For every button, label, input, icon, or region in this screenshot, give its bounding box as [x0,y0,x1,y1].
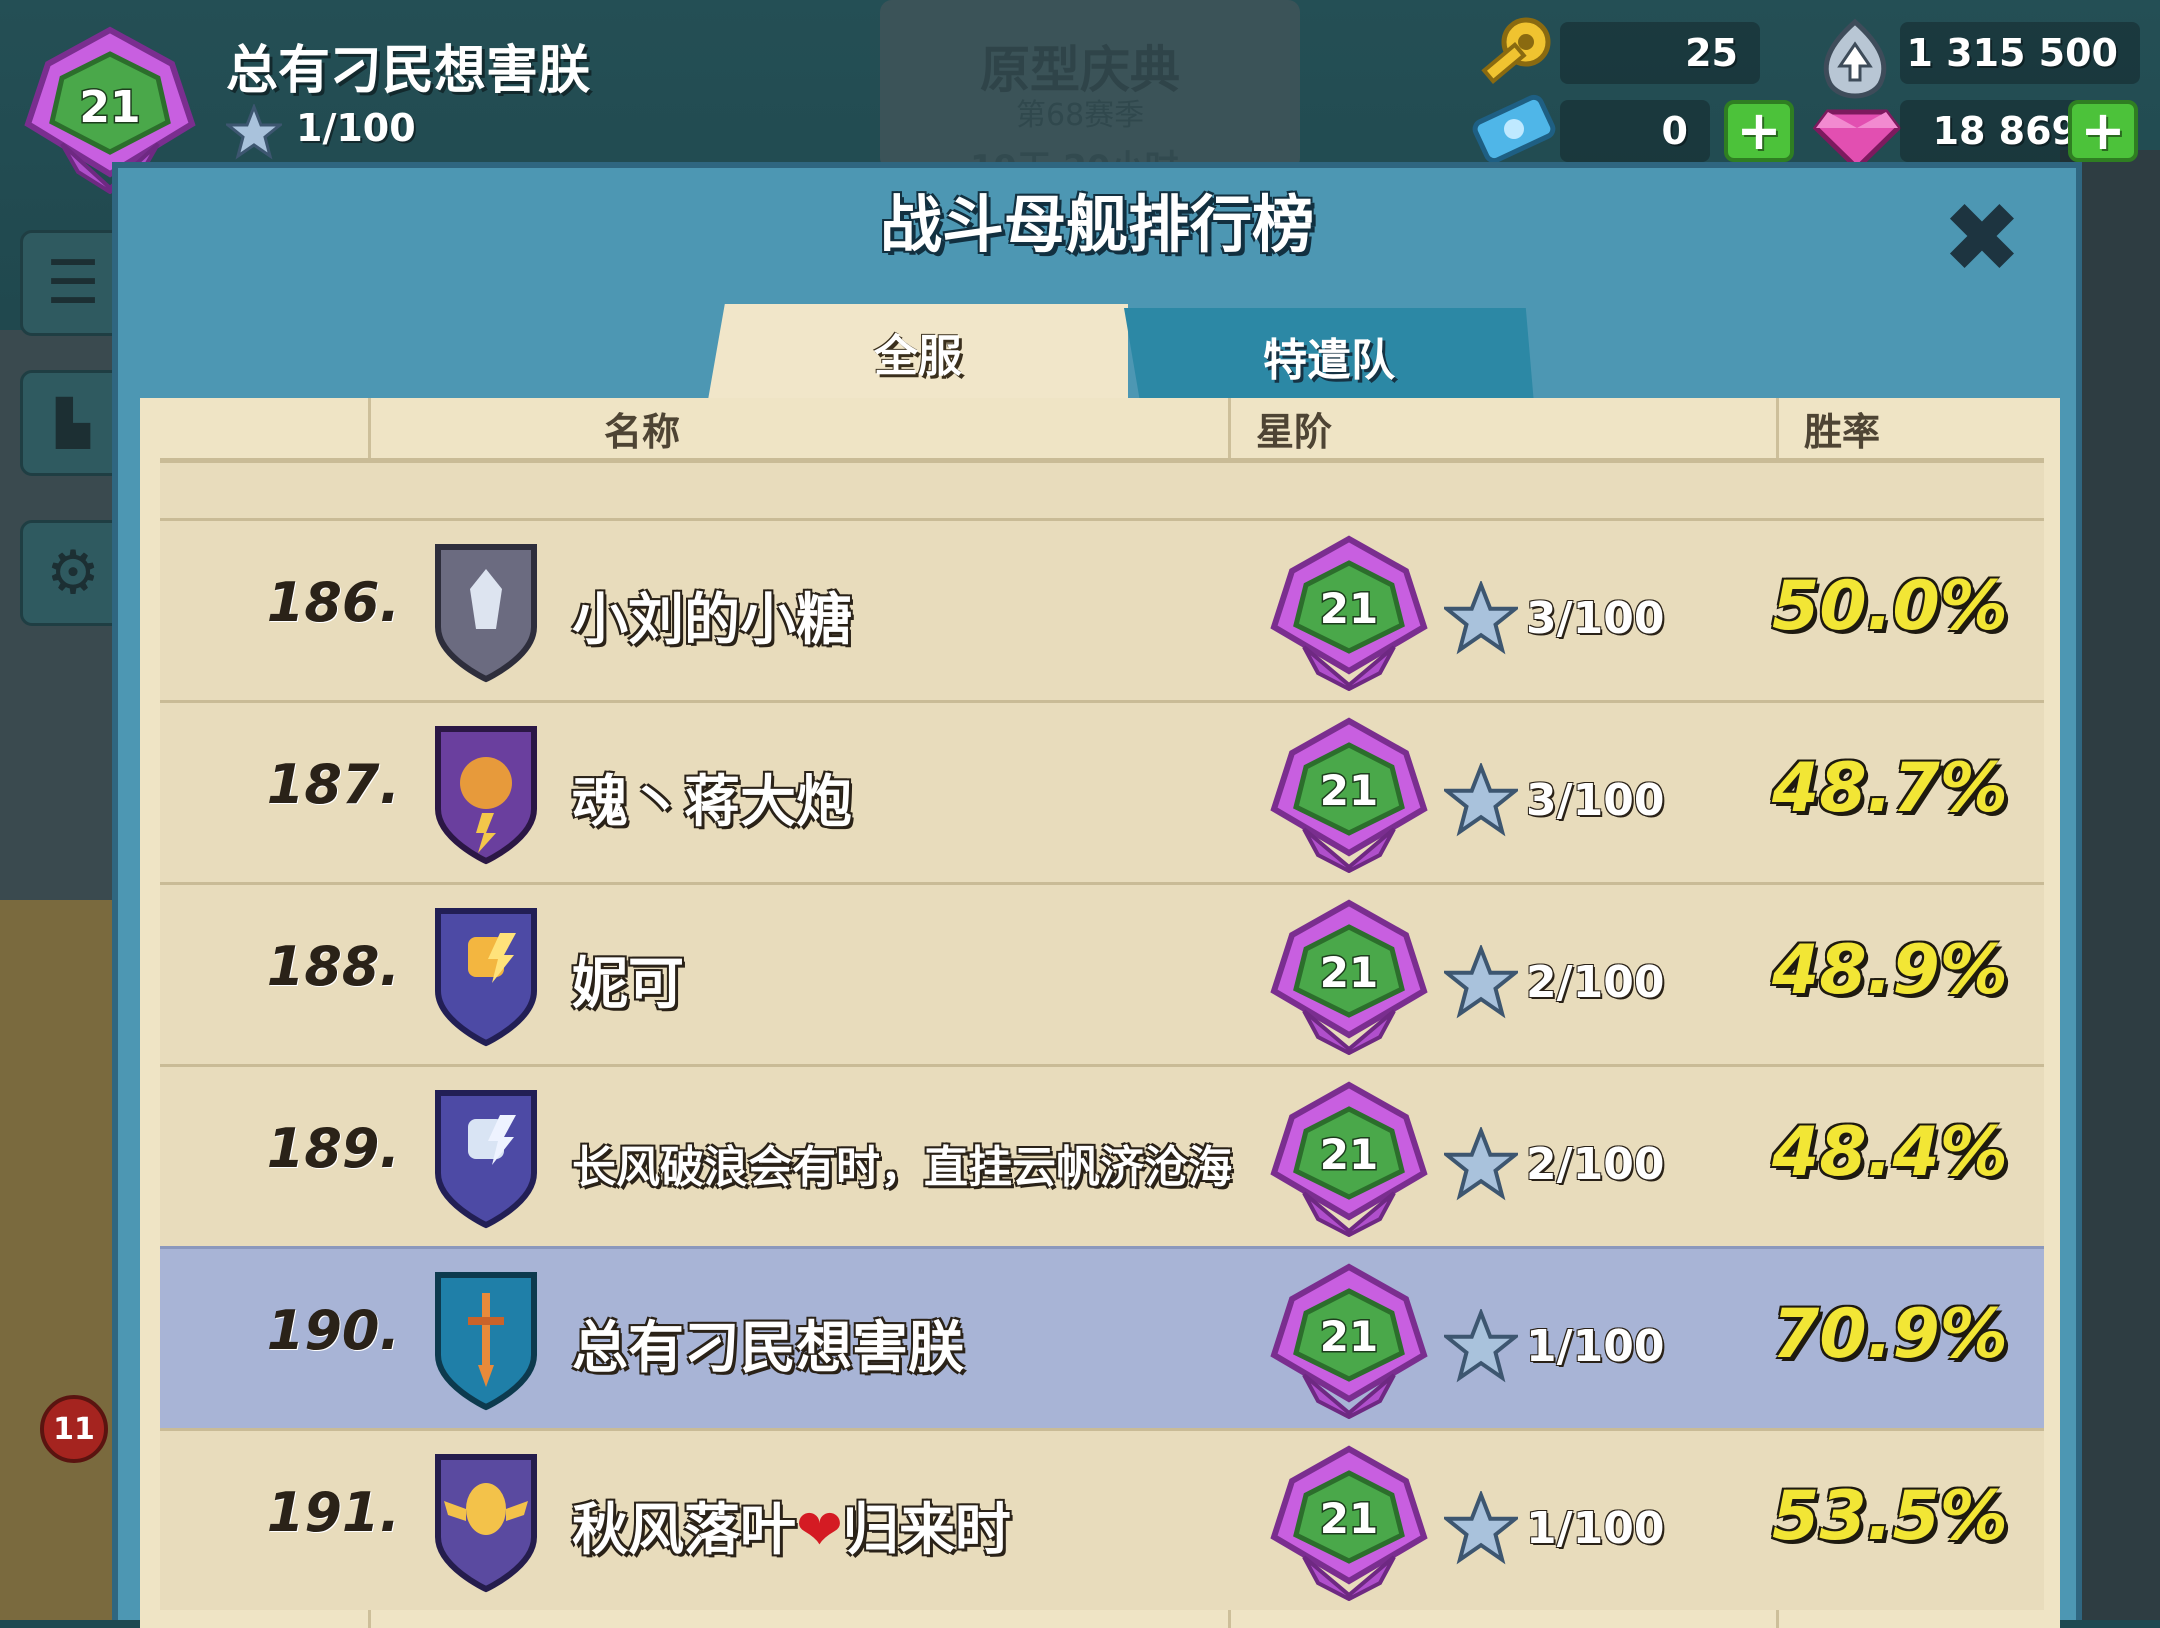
diamond-icon [1812,109,1902,172]
rank-badge: 21 [1270,535,1428,691]
heart-icon: ❤ [796,1498,843,1563]
row-position: 190. [266,1299,400,1362]
win-rate: 48.4% [1772,1113,2008,1192]
win-rate: 50.0% [1772,567,2008,646]
table-row[interactable]: 186. 小刘的小糖 21 3/100 50.0% [160,518,2044,700]
rank-badge: 21 [1270,1081,1428,1237]
menu-button[interactable]: ☰ [20,230,126,336]
table-row[interactable]: 189. 长风破浪会有时，直挂云帆济沧海 21 2/100 48.4% [160,1064,2044,1246]
gear-icon: ⚙ [46,538,100,608]
column-header-name[interactable]: 名称 [604,398,680,458]
table-row[interactable]: 187. 魂丶蒋大炮 21 3/100 48.7% [160,700,2044,882]
settings-button[interactable]: ⚙ [20,520,126,626]
rank-level: 21 [1320,1130,1378,1179]
star-progress: 1/100 [1526,1503,1665,1554]
rank-level: 21 [1320,766,1378,815]
row-position: 188. [266,935,400,998]
rank-level: 21 [1320,948,1378,997]
winged-helmet-emblem-icon [435,1454,537,1593]
star-icon [1444,1491,1518,1565]
win-rate: 48.9% [1772,931,2008,1010]
table-row[interactable]: 191. 秋风落叶❤归来时 21 1/100 53.5% [160,1428,2044,1610]
row-position: 187. [266,753,400,816]
close-button[interactable]: ✖ [1942,190,2022,286]
star-icon [226,104,282,160]
rank-level: 21 [1320,1312,1378,1361]
fist-lightning-emblem-icon [435,908,537,1047]
leaderboard-table: 名称 星阶 胜率 186. 小刘的小糖 21 3/100 50.0% 187. … [140,398,2060,1628]
rank-badge: 21 [1270,899,1428,1055]
table-row-current-player[interactable]: 190. 总有刁民想害朕 21 1/100 70.9% [160,1246,2044,1428]
member-name: 魂丶蒋大炮 [572,770,852,835]
menu-icon: ☰ [46,248,100,318]
member-name: 妮可 [572,952,684,1017]
member-name: 秋风落叶❤归来时 [572,1498,1011,1563]
win-rate: 53.5% [1772,1477,2008,1556]
star-icon [1444,763,1518,837]
tickets-counter: 0 [1560,100,1710,162]
rank-badge: 21 [1270,1263,1428,1419]
player-name: 总有刁民想害朕 [226,41,591,101]
fist-lightning-emblem-icon [435,1090,537,1229]
table-row[interactable]: 188. 妮可 21 2/100 48.9% [160,882,2044,1064]
ticket-icon [1472,94,1556,164]
steel-counter: 1 315 500 [1900,22,2140,84]
rank-level: 21 [1320,584,1378,633]
star-progress: 1/100 [1526,1321,1665,1372]
member-name: 总有刁民想害朕 [572,1316,964,1381]
row-position: 186. [266,571,400,634]
star-icon [1444,945,1518,1019]
star-icon [1444,1127,1518,1201]
tab-task-force[interactable]: 特遣队 [1124,308,1534,404]
player-rank-level: 21 [79,82,140,133]
player-star-progress: 1/100 [296,106,416,150]
steel-icon [1823,18,1887,99]
star-progress: 2/100 [1526,957,1665,1008]
keys-counter: 25 [1560,22,1760,84]
win-rate: 70.9% [1772,1295,2008,1374]
key-icon [1481,17,1551,85]
member-name: 小刘的小糖 [572,588,852,653]
add-tickets-button[interactable]: + [1724,100,1794,162]
member-name: 长风破浪会有时，直挂云帆济沧海 [572,1142,1232,1193]
star-progress: 3/100 [1526,775,1665,826]
column-header-winrate[interactable]: 胜率 [1804,398,1880,458]
add-diamonds-button[interactable]: + [2068,100,2138,162]
sword-emblem-icon [435,1272,537,1411]
star-progress: 3/100 [1526,593,1665,644]
modal-title: 战斗母舰排行榜 [879,188,1314,261]
row-position: 191. [266,1481,400,1544]
star-icon [1444,1309,1518,1383]
win-rate: 48.7% [1772,749,2008,828]
lion-lightning-emblem-icon [435,726,537,865]
rank-badge: 21 [1270,717,1428,873]
tab-global[interactable]: 全服 [708,304,1128,400]
notification-badge[interactable]: 11 [40,1395,108,1463]
leaderboard-button[interactable]: ▙ [20,370,126,476]
podium-icon: ▙ [56,397,90,449]
star-progress: 2/100 [1526,1139,1665,1190]
leaderboard-modal: 战斗母舰排行榜 ✖ 全服 特遣队 名称 星阶 胜率 186. 小刘的小糖 21 [112,162,2082,1628]
rank-badge: 21 [1270,1445,1428,1601]
close-icon: ✖ [1941,182,2023,294]
table-row-partial[interactable] [160,460,2044,520]
season-subtitle: 第68赛季 [1016,98,1145,133]
column-header-rank[interactable]: 星阶 [1256,398,1332,458]
row-position: 189. [266,1117,400,1180]
rank-level: 21 [1320,1494,1378,1543]
wolf-emblem-icon [435,544,537,683]
star-icon [1444,581,1518,655]
